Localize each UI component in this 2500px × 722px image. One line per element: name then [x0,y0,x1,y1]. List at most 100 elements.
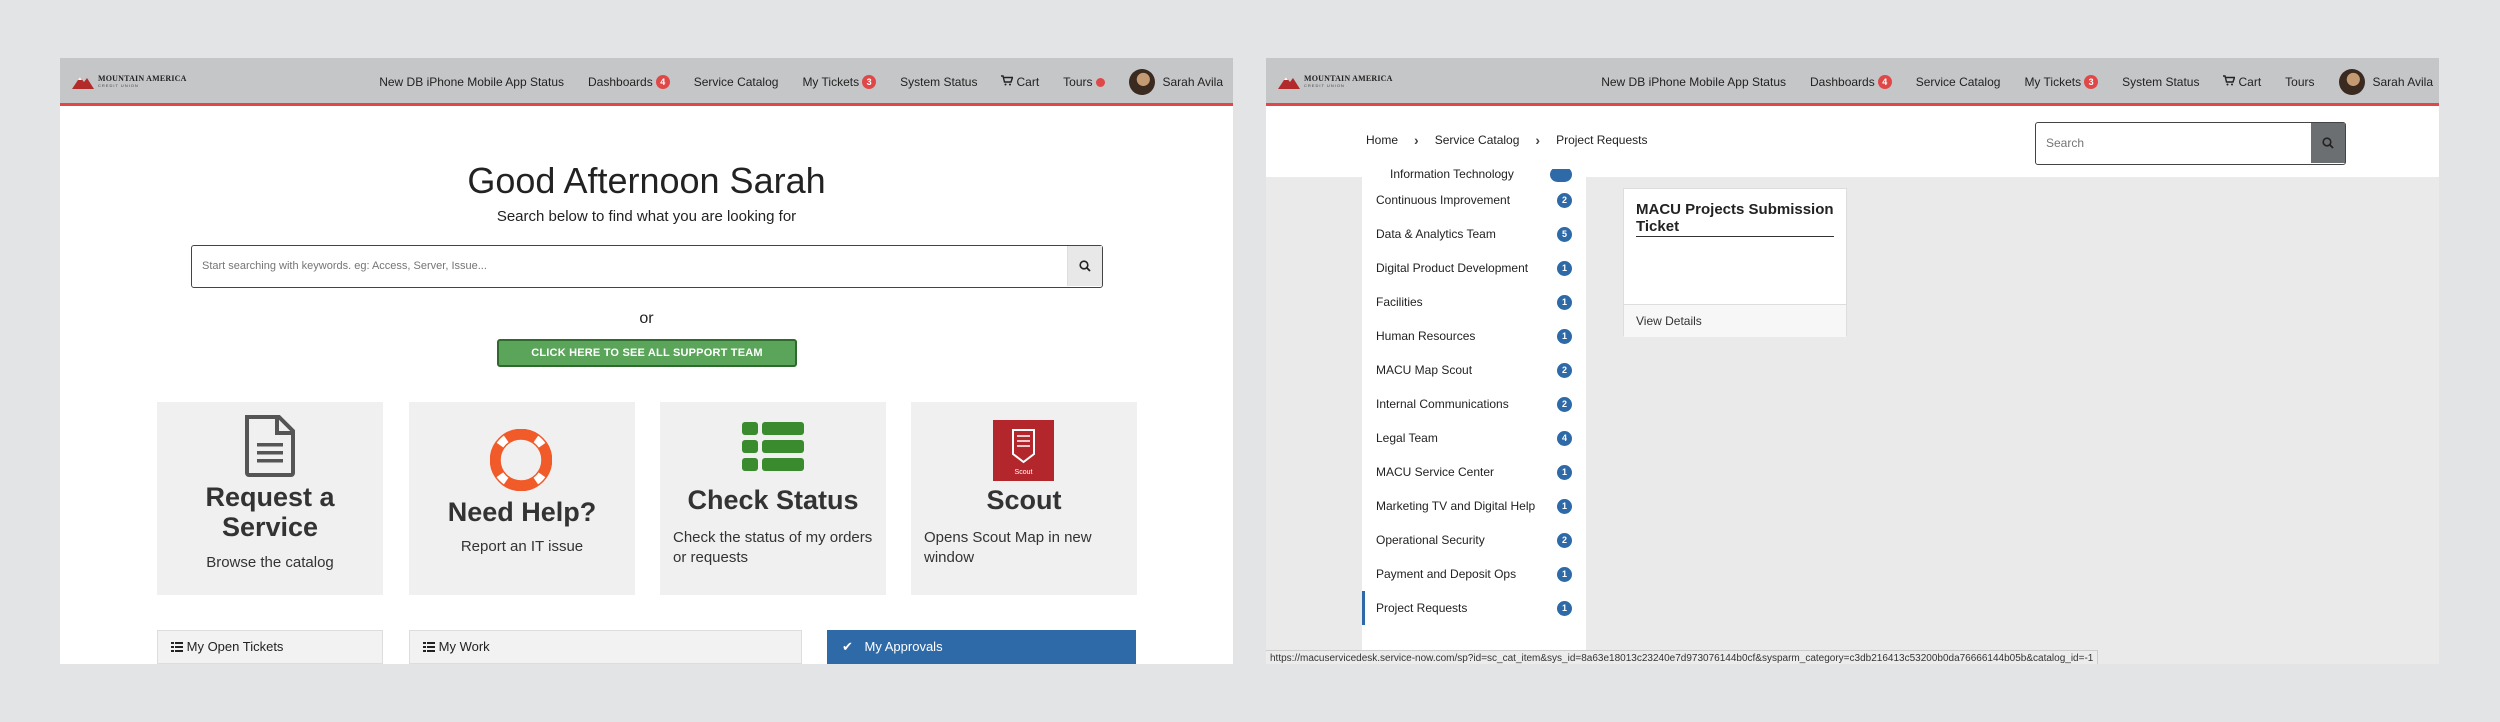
avatar [1128,69,1155,95]
cart-icon [1001,75,1014,89]
category-label: MACU Map Scout [1376,363,1473,377]
search-button[interactable] [1067,246,1102,286]
category-count: 2 [1557,397,1572,412]
catalog-item-card[interactable]: MACU Projects Submission Ticket View Det… [1623,188,1847,337]
category-count: 2 [1557,193,1572,208]
category-label: Information Technology [1390,169,1514,181]
home-search [191,245,1103,288]
nav-label: Tours [1063,75,1093,89]
category-item[interactable]: Legal Team 4 [1362,421,1586,455]
nav-system-status[interactable]: System Status [900,75,977,89]
view-details-link[interactable]: View Details [1624,304,1846,337]
nav-label: New DB iPhone Mobile App Status [1601,75,1786,89]
widget-title: My Open Tickets [186,639,284,654]
category-label: Human Resources [1376,329,1476,343]
breadcrumb-current: Project Requests [1556,133,1648,147]
or-separator: or [639,310,654,327]
scout-card[interactable]: Scout Scout Opens Scout Map in new windo… [911,402,1137,595]
scout-logo-label: Scout [1014,469,1033,476]
category-item[interactable]: Internal Communications 2 [1362,387,1586,421]
category-label: MACU Service Center [1376,465,1495,479]
category-item-active[interactable]: Project Requests 1 [1362,591,1586,625]
nav-cart[interactable]: Cart [2223,75,2261,89]
category-item[interactable]: Data & Analytics Team 5 [1362,217,1586,251]
category-item[interactable]: Payment and Deposit Ops 1 [1362,557,1586,591]
category-item[interactable]: Human Resources 1 [1362,319,1586,353]
category-label: Payment and Deposit Ops [1376,567,1517,581]
nav-label: Cart [1016,75,1040,89]
nav-service-catalog[interactable]: Service Catalog [1916,75,2001,89]
need-help-card[interactable]: Need Help? Report an IT issue [409,402,635,595]
nav-my-tickets[interactable]: My Tickets 3 [2024,75,2099,89]
category-count: 1 [1557,499,1572,514]
cart-icon [2223,75,2236,89]
count-badge: 3 [2084,75,2099,89]
my-open-tickets-widget[interactable]: My Open Tickets [157,630,383,664]
card-title: Need Help? [447,497,597,527]
category-label: Internal Communications [1376,397,1509,411]
category-item[interactable]: Digital Product Development 1 [1362,251,1586,285]
search-icon [1079,260,1091,272]
nav-label: System Status [2122,75,2200,89]
document-icon [243,415,297,482]
catalog-item-title: MACU Projects Submission Ticket [1636,201,1834,235]
top-navbar: MOUNTAIN AMERICA CREDIT UNION New DB iPh… [1266,58,2439,106]
page-subtitle: Search below to find what you are lookin… [496,208,797,225]
nav-menu: New DB iPhone Mobile App Status Dashboar… [1601,58,2433,106]
category-item[interactable]: Facilities 1 [1362,285,1586,319]
category-count: 4 [1557,431,1572,446]
all-categories-button[interactable]: CLICK HERE TO SEE ALL SUPPORT TEAM CATEG… [497,339,797,383]
category-item[interactable]: Operational Security 2 [1362,523,1586,557]
nav-new-db-status[interactable]: New DB iPhone Mobile App Status [379,75,564,89]
breadcrumb-service-catalog[interactable]: Service Catalog [1435,133,1520,147]
nav-service-catalog[interactable]: Service Catalog [694,75,779,89]
nav-label: New DB iPhone Mobile App Status [379,75,564,89]
breadcrumb-home[interactable]: Home [1366,133,1398,147]
user-name: Sarah Avila [1162,75,1224,89]
my-work-widget[interactable]: My Work [409,630,802,664]
logo-main-text: MOUNTAIN AMERICA [98,73,187,83]
nav-tours[interactable]: Tours [1063,75,1105,89]
nav-label: Cart [2238,75,2262,89]
nav-new-db-status[interactable]: New DB iPhone Mobile App Status [1601,75,1786,89]
category-item[interactable]: MACU Map Scout 2 [1362,353,1586,387]
category-item[interactable]: Marketing TV and Digital Help 1 [1362,489,1586,523]
nav-label: System Status [900,75,978,89]
category-label: Digital Product Development [1376,261,1529,275]
request-service-card[interactable]: Request a Service Browse the catalog [157,402,383,595]
card-desc: Browse the catalog [206,554,334,571]
nav-my-tickets[interactable]: My Tickets 3 [802,75,877,89]
nav-label: Dashboards [1810,75,1875,89]
home-search-input[interactable] [202,246,1042,286]
nav-dashboards[interactable]: Dashboards 4 [1810,75,1892,89]
search-button[interactable] [2311,123,2345,163]
category-count: 1 [1557,601,1572,616]
nav-system-status[interactable]: System Status [2122,75,2199,89]
nav-label: My Tickets [2024,75,2082,89]
nav-cart[interactable]: Cart [1001,75,1039,89]
user-menu[interactable]: Sarah Avila [2338,69,2434,95]
category-item[interactable]: Continuous Improvement 2 [1362,183,1586,217]
user-name: Sarah Avila [2372,75,2434,89]
category-label: Continuous Improvement [1376,193,1511,207]
mountain-logo-icon [1278,73,1300,89]
catalog-search-input[interactable] [2046,123,2306,163]
nav-label: Tours [2285,75,2315,89]
nav-label: Service Catalog [1915,75,2001,89]
category-item[interactable]: MACU Service Center 1 [1362,455,1586,489]
mountain-logo-icon [72,73,94,89]
user-menu[interactable]: Sarah Avila [1128,69,1224,95]
nav-tours[interactable]: Tours [2285,75,2314,89]
brand-logo[interactable]: MOUNTAIN AMERICA CREDIT UNION [1278,73,1393,89]
catalog-window: MOUNTAIN AMERICA CREDIT UNION New DB iPh… [1266,58,2439,664]
nav-dashboards[interactable]: Dashboards 4 [588,75,670,89]
check-status-card[interactable]: Check Status Check the status of my orde… [660,402,886,595]
browser-status-url: https://macuservicedesk.service-now.com/… [1266,650,2099,664]
chevron-right-icon: › [1414,132,1419,148]
count-badge: 3 [862,75,877,89]
widget-title: My Work [438,639,490,654]
avatar [2338,69,2365,95]
count-badge: 4 [1877,75,1892,89]
brand-logo[interactable]: MOUNTAIN AMERICA CREDIT UNION [72,73,187,89]
my-approvals-widget[interactable]: ✔ My Approvals [827,630,1136,664]
